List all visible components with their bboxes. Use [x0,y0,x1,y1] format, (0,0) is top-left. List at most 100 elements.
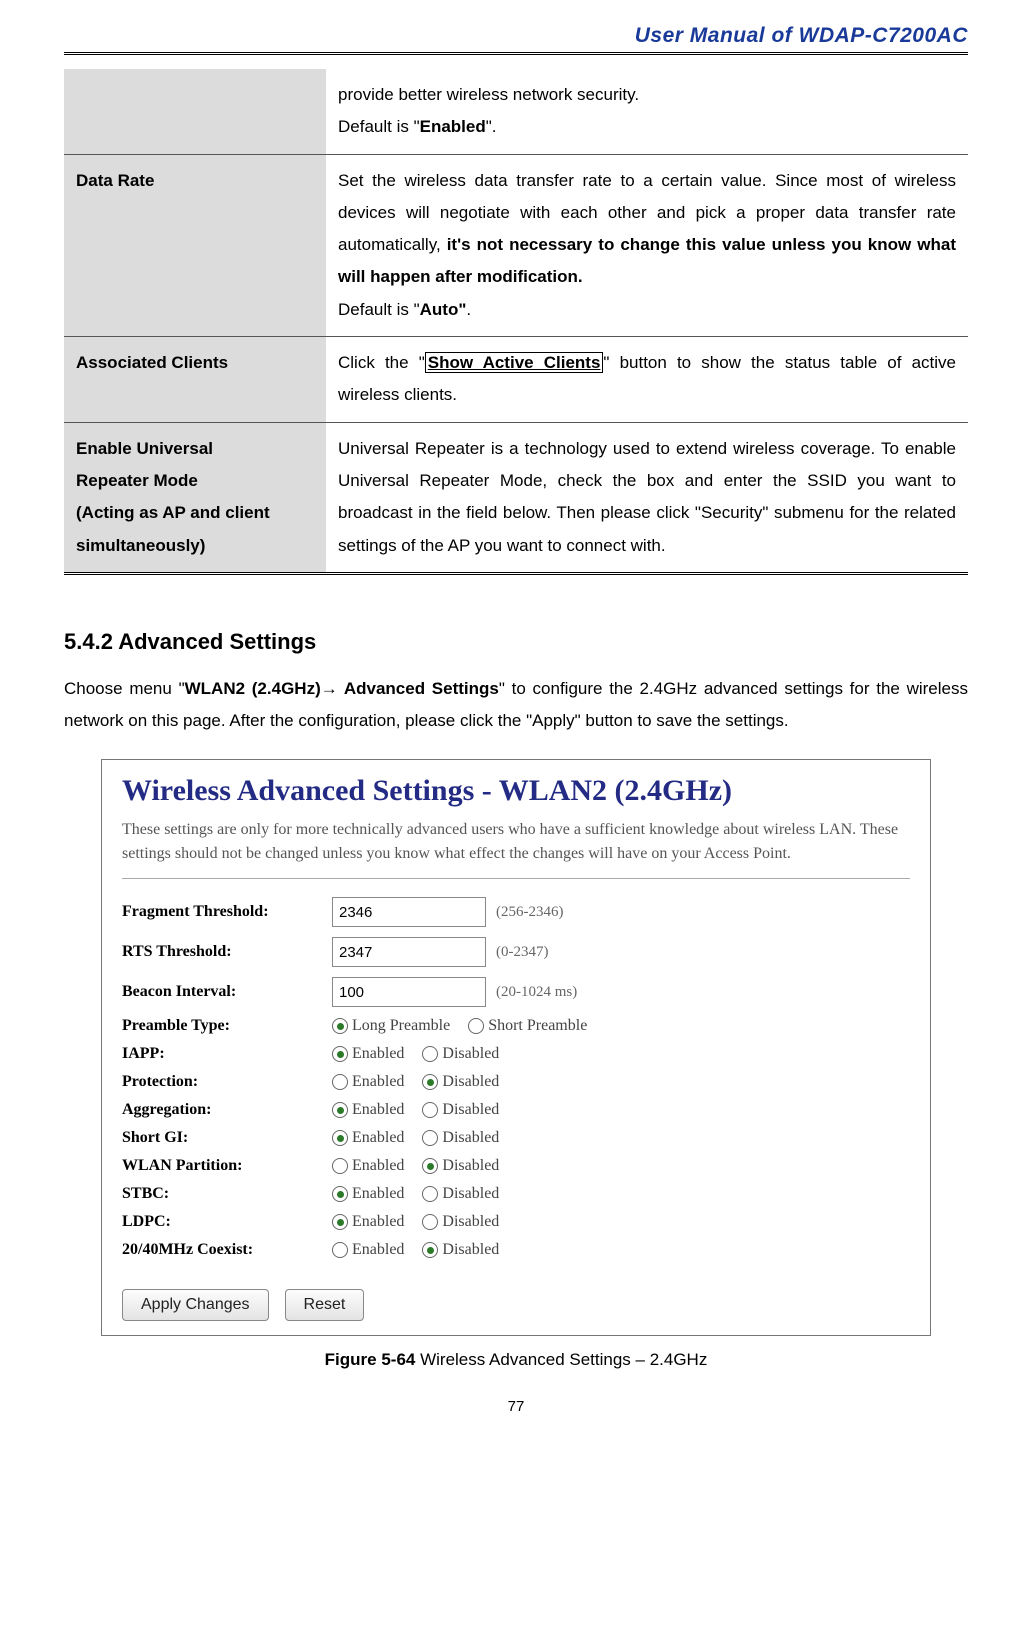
row-aggregation: Aggregation: Enabled Disabled [122,1101,910,1119]
section-heading: 5.4.2 Advanced Settings [64,629,968,655]
radio-coexist-disabled[interactable]: Disabled [422,1241,499,1259]
radio-dot-selected-icon [332,1102,348,1118]
radio-partition-enabled[interactable]: Enabled [332,1157,404,1175]
figure-number: Figure 5-64 [325,1350,416,1369]
row-shortgi: Short GI: Enabled Disabled [122,1129,910,1147]
radio-shortgi-disabled[interactable]: Disabled [422,1129,499,1147]
reset-button[interactable]: Reset [285,1289,365,1321]
radio-aggregation-enabled[interactable]: Enabled [332,1101,404,1119]
radio-dot-icon [332,1242,348,1258]
label-ldpc: LDPC: [122,1213,332,1231]
radio-dot-icon [468,1018,484,1034]
desc-default: Default is "Enabled". [338,111,956,143]
hint-beacon: (20-1024 ms) [496,984,577,1001]
row-beacon: Beacon Interval: (20-1024 ms) [122,977,910,1007]
row-protection: Protection: Enabled Disabled [122,1073,910,1091]
bold-text: WLAN2 (2.4GHz) [185,679,321,698]
radio-dot-selected-icon [332,1214,348,1230]
show-active-clients-button[interactable]: Show Active Clients [425,352,604,373]
radio-dot-icon [332,1158,348,1174]
label-stbc: STBC: [122,1185,332,1203]
row-fragment: Fragment Threshold: (256-2346) [122,897,910,927]
radio-dot-icon [422,1130,438,1146]
row-stbc: STBC: Enabled Disabled [122,1185,910,1203]
apply-changes-button[interactable]: Apply Changes [122,1289,269,1321]
figure-caption: Figure 5-64 Wireless Advanced Settings –… [64,1350,968,1370]
radio-dot-selected-icon [422,1158,438,1174]
radio-protection-disabled[interactable]: Disabled [422,1073,499,1091]
label-partition: WLAN Partition: [122,1157,332,1175]
radio-dot-icon [422,1186,438,1202]
label-line: Enable Universal [76,433,314,465]
param-label-repeater: Enable Universal Repeater Mode (Acting a… [64,422,326,572]
radio-label: Enabled [352,1241,404,1259]
bold-text: Advanced Settings [338,679,499,698]
radio-stbc-disabled[interactable]: Disabled [422,1185,499,1203]
radio-label: Enabled [352,1157,404,1175]
radio-long-preamble[interactable]: Long Preamble [332,1017,450,1035]
label-line: simultaneously) [76,530,314,562]
bold-text: Auto" [420,300,467,319]
radio-ldpc-enabled[interactable]: Enabled [332,1213,404,1231]
input-beacon[interactable] [332,977,486,1007]
label-beacon: Beacon Interval: [122,983,332,1001]
radio-dot-selected-icon [332,1046,348,1062]
text: ". [486,117,497,136]
param-desc-clients: Click the "Show Active Clients" button t… [326,337,968,423]
row-ldpc: LDPC: Enabled Disabled [122,1213,910,1231]
radio-protection-enabled[interactable]: Enabled [332,1073,404,1091]
label-coexist: 20/40MHz Coexist: [122,1241,332,1259]
radio-label: Disabled [442,1213,499,1231]
radio-iapp-disabled[interactable]: Disabled [422,1045,499,1063]
param-label-clients: Associated Clients [64,337,326,423]
radio-dot-selected-icon [332,1018,348,1034]
hint-fragment: (256-2346) [496,904,564,921]
radio-label: Disabled [442,1045,499,1063]
arrow-icon: → [321,679,338,698]
radio-coexist-enabled[interactable]: Enabled [332,1241,404,1259]
radio-stbc-enabled[interactable]: Enabled [332,1185,404,1203]
radio-dot-selected-icon [332,1186,348,1202]
row-rts: RTS Threshold: (0-2347) [122,937,910,967]
input-fragment[interactable] [332,897,486,927]
param-desc-broadcast: provide better wireless network security… [326,69,968,154]
row-partition: WLAN Partition: Enabled Disabled [122,1157,910,1175]
param-label-empty [64,69,326,154]
row-iapp: IAPP: Enabled Disabled [122,1045,910,1063]
radio-label: Disabled [442,1101,499,1119]
row-coexist: 20/40MHz Coexist: Enabled Disabled [122,1241,910,1259]
radio-label: Enabled [352,1101,404,1119]
radio-label: Short Preamble [488,1017,587,1035]
radio-label: Disabled [442,1241,499,1259]
param-desc-datarate: Set the wireless data transfer rate to a… [326,154,968,336]
text: . [466,300,471,319]
label-line: (Acting as AP and client [76,497,314,529]
row-preamble: Preamble Type: Long Preamble Short Pream… [122,1017,910,1035]
label-aggregation: Aggregation: [122,1101,332,1119]
radio-label: Disabled [442,1129,499,1147]
radio-partition-disabled[interactable]: Disabled [422,1157,499,1175]
radio-aggregation-disabled[interactable]: Disabled [422,1101,499,1119]
manual-header: User Manual of WDAP-C7200AC [64,24,968,48]
radio-iapp-enabled[interactable]: Enabled [332,1045,404,1063]
radio-label: Disabled [442,1157,499,1175]
label-iapp: IAPP: [122,1045,332,1063]
radio-dot-icon [422,1102,438,1118]
label-protection: Protection: [122,1073,332,1091]
radio-dot-icon [422,1214,438,1230]
radio-shortgi-enabled[interactable]: Enabled [332,1129,404,1147]
radio-label: Enabled [352,1129,404,1147]
desc-default: Default is "Auto". [338,294,956,326]
param-label-datarate: Data Rate [64,154,326,336]
radio-label: Disabled [442,1185,499,1203]
radio-dot-icon [332,1074,348,1090]
panel-title: Wireless Advanced Settings - WLAN2 (2.4G… [122,774,910,808]
screenshot-panel: Wireless Advanced Settings - WLAN2 (2.4G… [101,759,931,1336]
input-rts[interactable] [332,937,486,967]
radio-label: Enabled [352,1045,404,1063]
parameter-table: provide better wireless network security… [64,69,968,572]
radio-ldpc-disabled[interactable]: Disabled [422,1213,499,1231]
radio-label: Enabled [352,1073,404,1091]
radio-short-preamble[interactable]: Short Preamble [468,1017,587,1035]
label-line: Repeater Mode [76,465,314,497]
